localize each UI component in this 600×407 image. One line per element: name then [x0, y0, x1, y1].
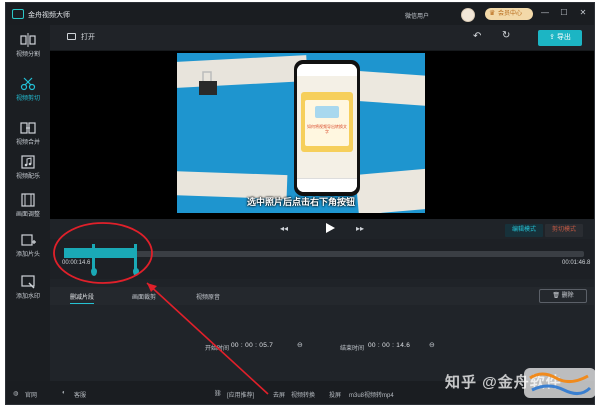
sidebar-item-intro[interactable]: 添加片头: [6, 231, 50, 271]
tab-bar: 删减片段 画面裁剪 视频原音: [50, 287, 594, 305]
undo-button[interactable]: ↶: [473, 31, 481, 42]
timeline-track[interactable]: [64, 251, 584, 257]
lock-icon[interactable]: ⊖: [297, 341, 303, 349]
maximize-button[interactable]: ☐: [559, 8, 569, 18]
recommend-link[interactable]: 去屏: [273, 390, 285, 399]
binder-clip-icon: [199, 71, 217, 95]
phone-mockup: 如何将视频导出转换文字: [294, 60, 360, 196]
delete-label: 删除: [561, 293, 574, 299]
adjust-icon: [21, 193, 35, 207]
sidebar-item-label: 添加水印: [15, 294, 40, 300]
segment-panel: [50, 305, 594, 381]
timeline-start-time: 00:00:14.6: [62, 260, 91, 266]
recommend-link[interactable]: 视频转换: [291, 390, 315, 399]
link-icon: ⛓: [214, 391, 222, 397]
intro-icon: [21, 234, 36, 246]
merge-icon: [20, 122, 36, 134]
phone-header: [297, 64, 357, 76]
minimize-button[interactable]: —: [540, 8, 550, 18]
folder-icon: [67, 33, 76, 40]
phone-card-title: 如何将视频导出转换文字: [307, 124, 347, 134]
close-button[interactable]: ✕: [578, 8, 588, 18]
lock-icon[interactable]: ⊖: [429, 341, 435, 349]
top-toolbar: 打开 ↶ ↻ ⇪ 导出: [50, 25, 594, 51]
phone-card: 如何将视频导出转换文字: [301, 92, 353, 152]
app-logo-icon: [12, 9, 24, 19]
phone-card-image: [315, 106, 339, 118]
sidebar: 视频分割 视频剪切 视频合并 视频配乐 画面调整 添加片头 添加水印: [6, 25, 50, 381]
site-logo-watermark: [524, 368, 596, 398]
service-icon: ◐: [62, 390, 66, 396]
redo-button[interactable]: ↻: [502, 30, 510, 41]
start-pin-icon[interactable]: [91, 268, 97, 276]
app-title: 金舟视频大师: [28, 12, 70, 19]
sidebar-item-cut[interactable]: 视频剪切: [6, 75, 50, 115]
cut-icon: [20, 77, 36, 91]
timeline-end-time: 00:01:46.8: [562, 260, 591, 266]
sidebar-item-music[interactable]: 视频配乐: [6, 153, 50, 193]
title-bar: 金舟视频大师 微信用户 ♛ 会员中心 — ☐ ✕: [6, 3, 594, 25]
app-window: 金舟视频大师 微信用户 ♛ 会员中心 — ☐ ✕ 视频分割 视频剪切 视频合并 …: [5, 2, 595, 405]
recommend-link[interactable]: m3u8视频转mp4: [349, 390, 394, 399]
official-site-link[interactable]: 官网: [25, 390, 37, 399]
edit-mode-button[interactable]: 编辑模式: [505, 224, 543, 237]
globe-icon: ◍: [13, 391, 19, 397]
member-center-label: 会员中心: [498, 11, 523, 17]
end-time-input[interactable]: 00 : 00 : 14.6: [368, 342, 410, 349]
tab-original-audio[interactable]: 视频原音: [196, 292, 220, 301]
timeline-selection[interactable]: [64, 248, 136, 258]
sidebar-item-label: 画面调整: [15, 212, 40, 218]
video-frame: 如何将视频导出转换文字 选中照片后点击右下角按钮: [177, 53, 425, 213]
tab-trim-segment[interactable]: 删减片段: [70, 292, 95, 304]
member-center-button[interactable]: ♛ 会员中心: [485, 8, 533, 20]
sidebar-item-split[interactable]: 视频分割: [6, 31, 50, 71]
sidebar-item-label: 视频合并: [15, 140, 40, 146]
cut-mode-button[interactable]: 剪切模式: [545, 224, 583, 237]
export-button[interactable]: ⇪ 导出: [538, 30, 582, 46]
play-button[interactable]: [326, 223, 335, 233]
avatar[interactable]: [461, 8, 475, 22]
phone-card-inner: 如何将视频导出转换文字: [305, 100, 349, 146]
timeline[interactable]: 00:00:14.6 00:01:46.8: [50, 239, 594, 279]
music-icon: [21, 155, 35, 169]
phone-screen: 如何将视频导出转换文字: [297, 64, 357, 192]
start-time-label: 开始时间: [205, 346, 230, 352]
export-icon: ⇪: [549, 34, 557, 41]
delete-button[interactable]: 🗑 删除: [539, 289, 587, 303]
video-caption: 选中照片后点击右下角按钮: [246, 197, 355, 207]
sidebar-item-label: 视频分割: [15, 52, 40, 58]
end-time-label: 结束时间: [340, 346, 365, 352]
watermark-icon: [21, 275, 35, 289]
open-button[interactable]: 打开: [67, 32, 95, 42]
start-time-input[interactable]: 00 : 00 : 05.7: [231, 342, 273, 349]
video-preview[interactable]: 如何将视频导出转换文字 选中照片后点击右下角按钮: [50, 51, 594, 219]
sidebar-item-adjust[interactable]: 画面调整: [6, 191, 50, 231]
trash-icon: 🗑: [552, 293, 562, 299]
open-label: 打开: [81, 34, 95, 41]
forward-button[interactable]: ▸▸: [356, 224, 364, 233]
phone-bottom-bar: [297, 178, 357, 192]
recommend-link[interactable]: 投屏: [329, 390, 341, 399]
customer-service-link[interactable]: 客服: [74, 390, 86, 399]
app-recommend-label: [应用推荐]: [227, 393, 255, 399]
export-label: 导出: [556, 34, 571, 41]
sidebar-item-label: 视频剪切: [15, 96, 40, 102]
split-icon: [20, 33, 36, 47]
sidebar-item-label: 添加片头: [15, 252, 40, 258]
tab-crop[interactable]: 画面裁剪: [132, 292, 156, 301]
login-user[interactable]: 微信用户: [405, 11, 429, 20]
end-pin-icon[interactable]: [133, 268, 140, 276]
sidebar-item-watermark[interactable]: 添加水印: [6, 273, 50, 313]
crown-icon: ♛: [489, 10, 496, 17]
rewind-button[interactable]: ◂◂: [280, 224, 288, 233]
sidebar-item-label: 视频配乐: [15, 174, 40, 180]
